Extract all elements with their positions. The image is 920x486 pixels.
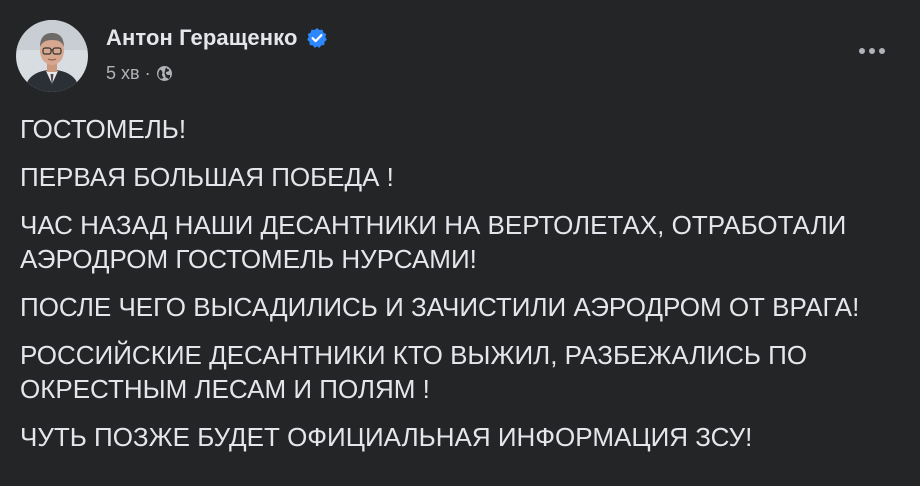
verified-badge-icon: [306, 27, 328, 49]
post-paragraph: РОССИЙСКИЕ ДЕСАНТНИКИ КТО ВЫЖИЛ, РАЗБЕЖА…: [20, 340, 808, 404]
more-options-icon[interactable]: [852, 36, 892, 66]
post-paragraph: ЧУТЬ ПОЗЖЕ БУДЕТ ОФИЦИАЛЬНАЯ ИНФОРМАЦИЯ …: [20, 422, 753, 452]
post-paragraph: ПОСЛЕ ЧЕГО ВЫСАДИЛИСЬ И ЗАЧИСТИЛИ АЭРОДР…: [20, 292, 860, 322]
post-timestamp[interactable]: 5 хв: [106, 63, 140, 84]
author-row: Антон Геращенко: [106, 24, 328, 52]
author-name[interactable]: Антон Геращенко: [106, 25, 298, 51]
more-dot: [859, 48, 865, 54]
post-body: ГОСТОМЕЛЬ! ПЕРВАЯ БОЛЬШАЯ ПОБЕДА ! ЧАС Н…: [20, 112, 910, 468]
globe-icon[interactable]: [156, 65, 173, 82]
separator-dot: ·: [144, 62, 151, 83]
post-header: Антон Геращенко 5 хв ·: [16, 20, 328, 92]
more-dot: [879, 48, 885, 54]
post-subinfo: 5 хв ·: [106, 62, 328, 84]
more-dot: [869, 48, 875, 54]
facebook-post: Антон Геращенко 5 хв · ГОСТОМЕЛЬ! ПЕРВАЯ…: [0, 0, 920, 486]
post-meta: Антон Геращенко 5 хв ·: [106, 24, 328, 84]
post-paragraph: ГОСТОМЕЛЬ!: [20, 114, 187, 144]
post-paragraph: ПЕРВАЯ БОЛЬШАЯ ПОБЕДА !: [20, 162, 394, 192]
avatar-image: [16, 20, 88, 92]
avatar[interactable]: [16, 20, 88, 92]
post-paragraph: ЧАС НАЗАД НАШИ ДЕСАНТНИКИ НА ВЕРТОЛЕТАХ,…: [20, 210, 847, 274]
